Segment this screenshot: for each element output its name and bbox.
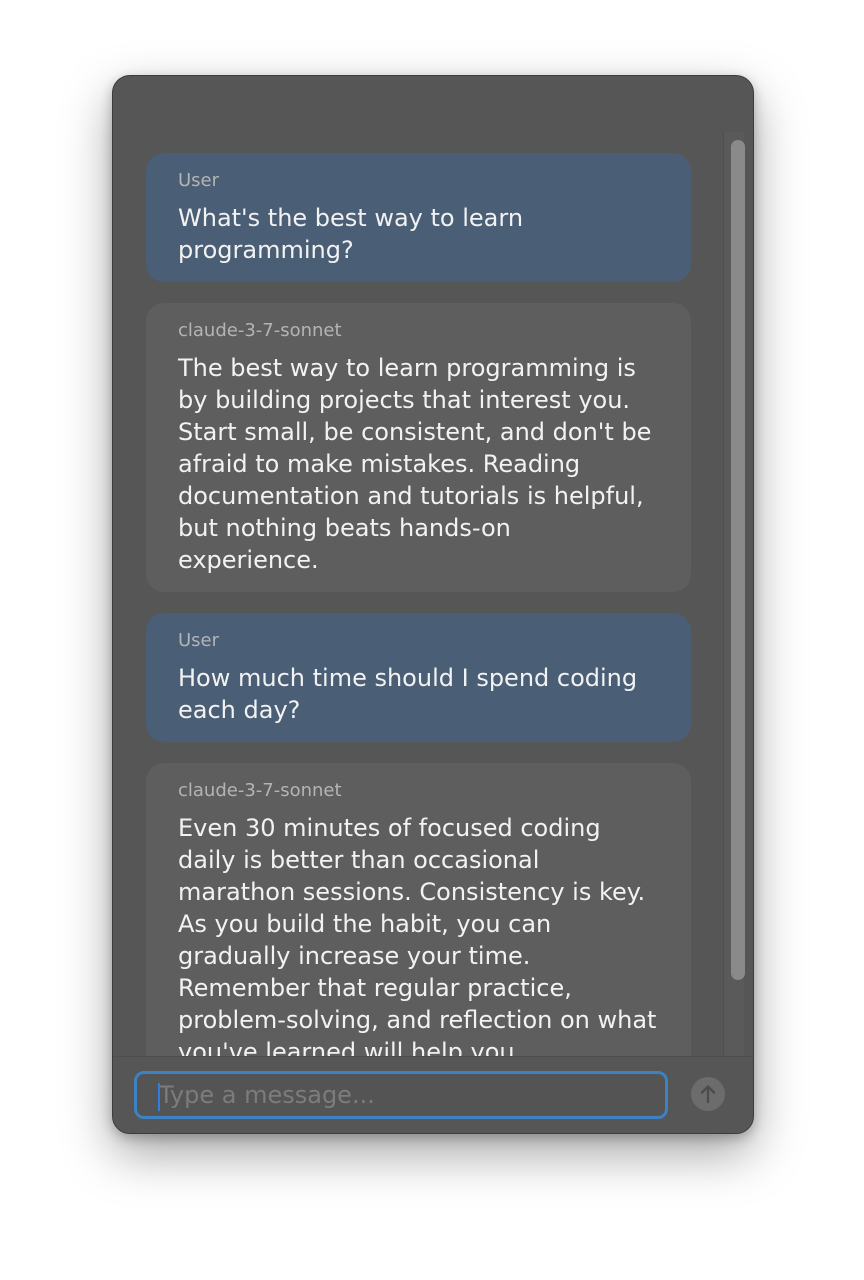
message-text: The best way to learn programming is by … [178,354,652,574]
message-text: Even 30 minutes of focused coding daily … [178,814,657,1056]
arrow-up-icon [700,1085,716,1104]
user-message: User How much time should I spend coding… [146,613,691,742]
scrollbar-thumb[interactable] [731,140,745,980]
chat-window: User What's the best way to learn progra… [112,75,754,1134]
message-role: claude-3-7-sonnet [178,780,342,801]
user-message: User What's the best way to learn progra… [146,153,691,282]
message-role: User [178,630,220,651]
message-text: What's the best way to learn programming… [178,204,524,264]
message-input-wrapper[interactable] [134,1071,668,1119]
composer-bar [113,1056,753,1133]
assistant-message: claude-3-7-sonnet The best way to learn … [146,303,691,592]
send-button[interactable] [691,1077,725,1111]
assistant-message: claude-3-7-sonnet Even 30 minutes of foc… [146,763,691,1056]
message-role: claude-3-7-sonnet [178,320,342,341]
message-role: User [178,170,220,191]
message-list[interactable]: User What's the best way to learn progra… [113,76,725,1056]
message-input[interactable] [137,1074,665,1116]
message-text: How much time should I spend coding each… [178,664,638,724]
text-caret [158,1083,160,1111]
